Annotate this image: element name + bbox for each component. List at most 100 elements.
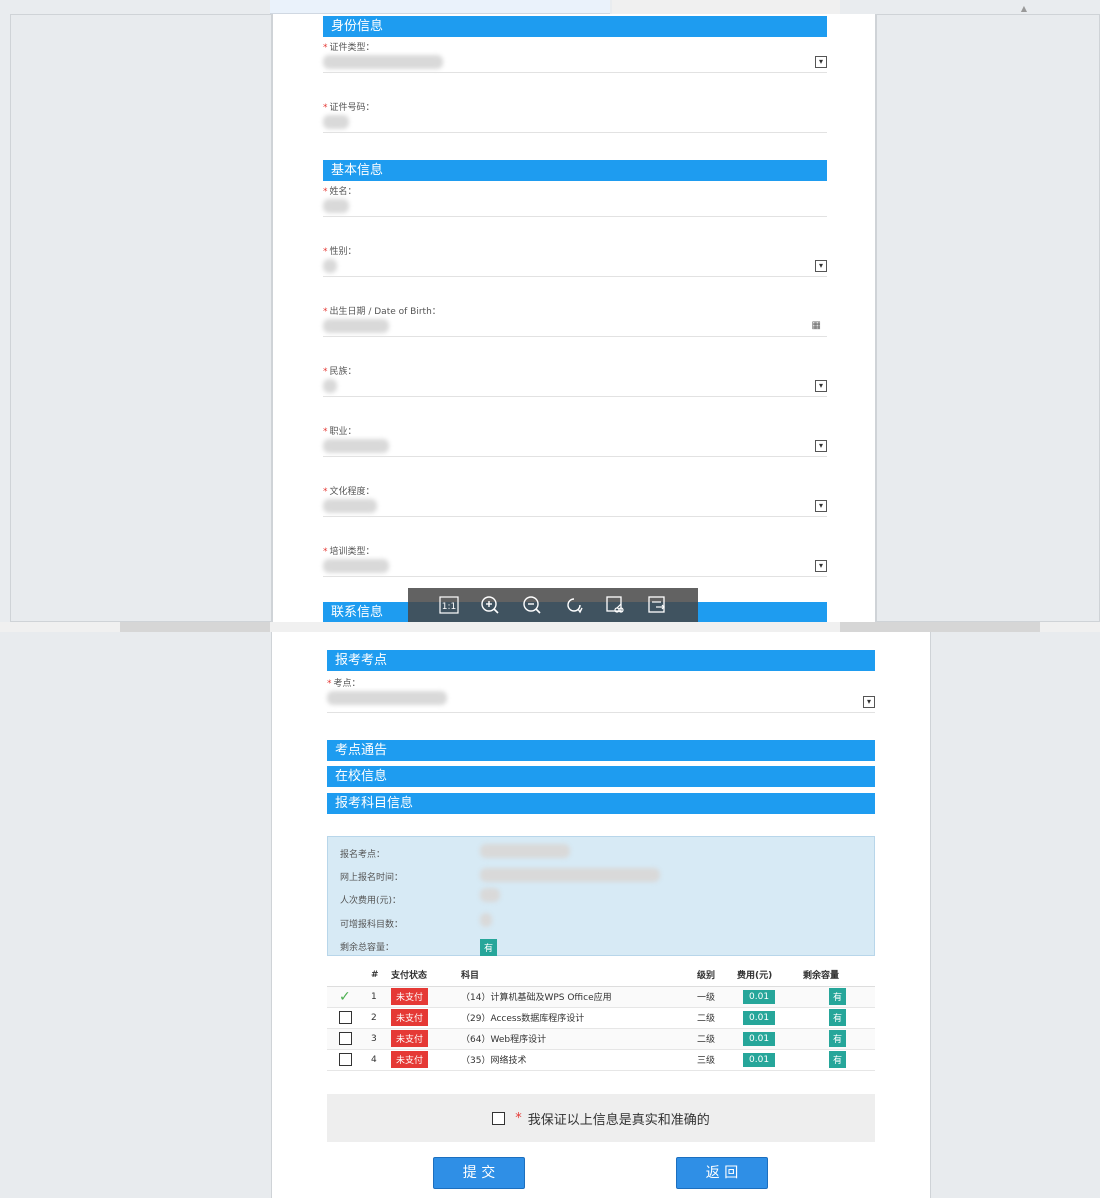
row-fee: 0.01	[733, 1049, 799, 1071]
chevron-down-icon[interactable]: ▾	[815, 380, 827, 392]
info-capacity-label: 剩余总容量：	[340, 943, 395, 953]
row-select-cell[interactable]	[327, 1007, 367, 1029]
capacity-badge: 有	[829, 1030, 847, 1047]
field-education[interactable]: * 文化程度： ▾	[323, 484, 827, 544]
image-viewer-panel: ▲ 身份信息 * 证件类型： ▾ * 证件号码： 基本信息 * 姓名： * 性别： ▾	[0, 0, 1100, 632]
row-capacity: 有	[799, 1049, 875, 1071]
required-mark: *	[515, 1110, 522, 1126]
chevron-down-icon[interactable]: ▾	[815, 560, 827, 572]
table-row[interactable]: 2 未支付 （29）Access数据库程序设计 二级 0.01 有	[327, 1007, 875, 1029]
chevron-down-icon[interactable]: ▾	[815, 260, 827, 272]
row-fee: 0.01	[733, 1007, 799, 1029]
checkmark-icon[interactable]: ✓	[339, 989, 351, 1005]
row-number: 1	[367, 986, 387, 1008]
chevron-down-icon[interactable]: ▾	[815, 440, 827, 452]
zoom-in-icon[interactable]	[479, 594, 501, 616]
subject-table: # 支付状态 科目 级别 费用(元) 剩余容量 ✓ 1 未支付 （14）计算机基础及W…	[327, 964, 875, 1071]
calendar-icon[interactable]: ▦	[812, 320, 821, 331]
form-sheet: 身份信息 * 证件类型： ▾ * 证件号码： 基本信息 * 姓名： * 性别： ▾ * 出…	[272, 14, 876, 622]
row-capacity: 有	[799, 1007, 875, 1029]
image-viewer-toolbar: 1:1	[408, 588, 698, 622]
table-row[interactable]: 3 未支付 （64）Web程序设计 二级 0.01 有	[327, 1028, 875, 1050]
redacted-value	[323, 558, 389, 573]
info-time-label: 网上报名时间：	[340, 873, 404, 883]
field-birth-date[interactable]: * 出生日期 / Date of Birth： ▦	[323, 304, 827, 364]
col-number: #	[367, 964, 387, 987]
redacted-value	[480, 887, 500, 906]
redacted-value	[323, 378, 337, 393]
fee-badge: 0.01	[743, 1031, 776, 1046]
save-icon[interactable]	[646, 594, 668, 616]
row-select-cell[interactable]	[327, 1028, 367, 1050]
field-gender[interactable]: * 性别： ▾	[323, 244, 827, 304]
section-basic: 基本信息	[323, 160, 827, 181]
field-label: * 考点：	[327, 679, 361, 689]
row-capacity: 有	[799, 986, 875, 1008]
section-school-info[interactable]: 在校信息	[327, 766, 875, 787]
field-ethnicity[interactable]: * 民族： ▾	[323, 364, 827, 424]
row-subject: （35）网络技术	[457, 1049, 693, 1071]
fee-badge: 0.01	[743, 989, 776, 1004]
row-pay-status: 未支付	[387, 1028, 457, 1050]
field-name[interactable]: * 姓名：	[323, 184, 827, 244]
row-checkbox[interactable]	[339, 1032, 352, 1045]
row-level: 二级	[693, 1028, 733, 1050]
field-label: * 证件号码：	[323, 103, 375, 113]
row-level: 一级	[693, 986, 733, 1008]
rotate-icon[interactable]	[563, 594, 585, 616]
redacted-value	[480, 912, 492, 931]
col-subject: 科目	[457, 964, 693, 987]
row-pay-status: 未支付	[387, 1007, 457, 1029]
table-row[interactable]: 4 未支付 （35）网络技术 三级 0.01 有	[327, 1049, 875, 1071]
row-pay-status: 未支付	[387, 986, 457, 1008]
field-label: * 出生日期 / Date of Birth：	[323, 307, 441, 317]
field-id-number[interactable]: * 证件号码：	[323, 100, 827, 160]
guarantee-checkbox[interactable]	[492, 1111, 506, 1125]
scroll-up-icon[interactable]: ▲	[1014, 4, 1034, 14]
zoom-out-icon[interactable]	[521, 594, 543, 616]
row-checkbox[interactable]	[339, 1053, 352, 1066]
row-checkbox[interactable]	[339, 1011, 352, 1024]
viewer-margin-right	[876, 14, 1100, 622]
section-subjects[interactable]: 报考科目信息	[327, 793, 875, 814]
submit-button[interactable]: 提 交	[433, 1157, 525, 1189]
redacted-value	[480, 867, 660, 886]
row-number: 4	[367, 1049, 387, 1071]
field-exam-site[interactable]: * 考点： ▾	[327, 676, 875, 736]
actual-size-icon[interactable]: 1:1	[438, 594, 460, 616]
redacted-value	[323, 498, 377, 513]
col-fee: 费用(元)	[733, 964, 799, 987]
row-subject: （29）Access数据库程序设计	[457, 1007, 693, 1029]
chevron-down-icon[interactable]: ▾	[815, 500, 827, 512]
capacity-badge: 有	[480, 936, 498, 956]
row-select-cell[interactable]: ✓	[327, 986, 367, 1008]
background-document-strip-2	[612, 0, 840, 14]
field-id-type[interactable]: * 证件类型： ▾	[323, 40, 827, 100]
unpaid-badge: 未支付	[391, 988, 429, 1005]
chevron-down-icon[interactable]: ▾	[863, 696, 875, 708]
field-label: * 姓名：	[323, 187, 357, 197]
row-number: 2	[367, 1007, 387, 1029]
form-sheet: 报考考点 * 考点： ▾ 考点通告 在校信息 报考科目信息 报名考点： 网上报名时…	[273, 632, 930, 1198]
chevron-down-icon[interactable]: ▾	[815, 56, 827, 68]
unpaid-badge: 未支付	[391, 1051, 429, 1068]
registration-form-panel: 报考考点 * 考点： ▾ 考点通告 在校信息 报考科目信息 报名考点： 网上报名时…	[0, 632, 1100, 1198]
row-level: 二级	[693, 1007, 733, 1029]
capacity-badge: 有	[829, 988, 847, 1005]
row-fee: 0.01	[733, 1028, 799, 1050]
field-occupation[interactable]: * 职业： ▾	[323, 424, 827, 484]
crop-icon[interactable]	[604, 594, 626, 616]
table-row[interactable]: ✓ 1 未支付 （14）计算机基础及WPS Office应用 一级 0.01 有	[327, 986, 875, 1008]
redacted-value	[323, 54, 443, 69]
background-strip	[0, 622, 1100, 632]
redacted-value	[480, 843, 570, 862]
info-site-label: 报名考点：	[340, 850, 386, 860]
row-capacity: 有	[799, 1028, 875, 1050]
row-pay-status: 未支付	[387, 1049, 457, 1071]
row-select-cell[interactable]	[327, 1049, 367, 1071]
row-fee: 0.01	[733, 986, 799, 1008]
back-button[interactable]: 返 回	[676, 1157, 768, 1189]
col-select	[327, 964, 367, 987]
col-pay-status: 支付状态	[387, 964, 457, 987]
section-site-notice[interactable]: 考点通告	[327, 740, 875, 761]
